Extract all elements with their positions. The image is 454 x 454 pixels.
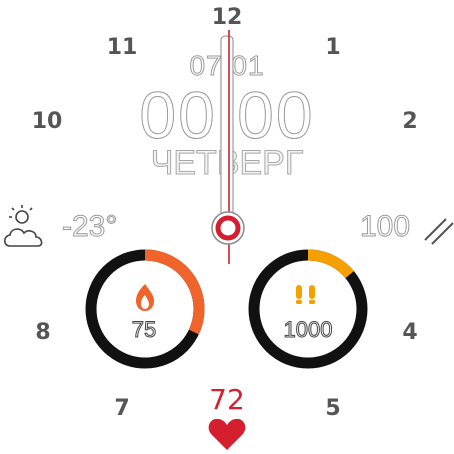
calories-ring[interactable]	[85, 249, 205, 369]
steps-value: 1000	[283, 317, 333, 343]
calories-value: 75	[131, 317, 157, 343]
analog-hands	[211, 30, 245, 264]
battery-slash-icon	[424, 218, 454, 245]
footprints-icon	[296, 285, 315, 304]
flame-icon	[136, 284, 154, 311]
temperature-text: -23°	[62, 210, 118, 244]
heart-rate-value: 72	[209, 383, 245, 416]
battery-level-text: 100	[360, 210, 411, 244]
heart-icon	[208, 418, 246, 450]
partly-cloudy-icon	[3, 205, 43, 247]
steps-ring[interactable]	[248, 249, 368, 369]
